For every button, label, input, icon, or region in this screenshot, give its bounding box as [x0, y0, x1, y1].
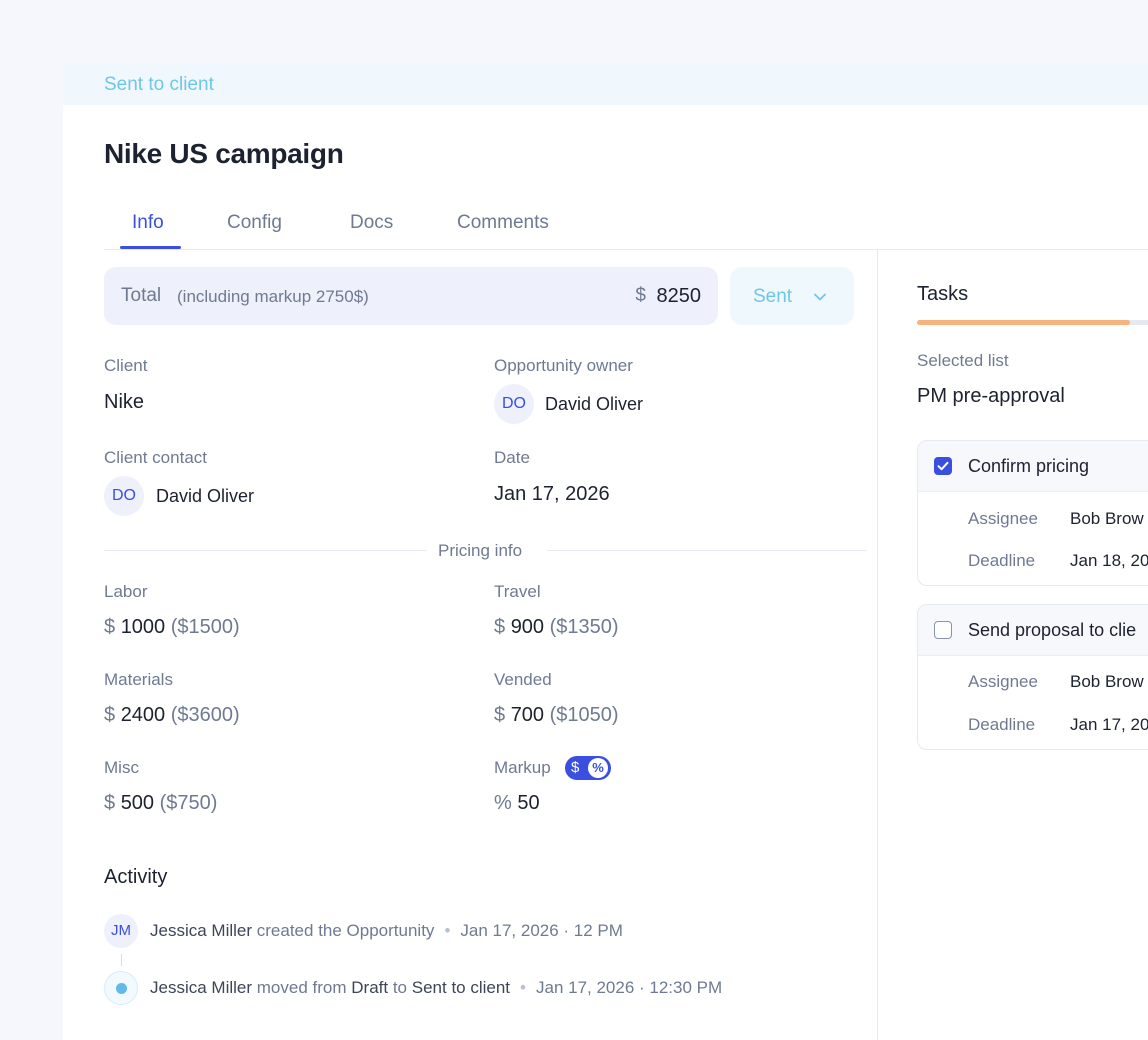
travel-value: 900	[510, 616, 545, 638]
task-name[interactable]: Confirm pricing	[968, 456, 1089, 477]
chevron-down-icon	[814, 293, 826, 301]
client-contact-label: Client contact	[104, 448, 207, 467]
activity-time: Jan 17, 2026 · 12:30 PM	[535, 978, 723, 997]
materials-value: 2400	[120, 704, 166, 726]
misc-value: 500	[120, 792, 155, 814]
assignee-label: Assignee	[968, 672, 1038, 691]
toggle-percent-option[interactable]: %	[588, 758, 608, 778]
active-tab-indicator	[120, 246, 181, 249]
client-contact-name[interactable]: David Oliver	[156, 486, 254, 507]
task-header: Send proposal to clie	[918, 605, 1148, 656]
tasks-progress-bar	[917, 320, 1148, 325]
opportunity-panel: Sent to client Nike US campaign Info Con…	[63, 64, 1148, 1040]
assignee-value[interactable]: Bob Brow	[1070, 672, 1144, 692]
vended-label: Vended	[494, 670, 552, 689]
tab-docs[interactable]: Docs	[350, 212, 393, 234]
activity-entry: Jessica Miller moved from Draft to Sent …	[150, 978, 723, 997]
pricing-divider-right	[547, 550, 866, 551]
materials-label: Materials	[104, 670, 173, 689]
checkbox-checked-icon[interactable]	[934, 457, 952, 475]
tab-config[interactable]: Config	[227, 212, 282, 234]
deadline-label: Deadline	[968, 715, 1036, 734]
tasks-progress-fill	[917, 320, 1131, 325]
tab-info[interactable]: Info	[132, 212, 164, 234]
timeline-dot-icon	[104, 971, 138, 1005]
owner-name[interactable]: David Oliver	[545, 394, 643, 415]
misc-label: Misc	[104, 758, 139, 777]
total-markup-note: (including markup 2750$)	[177, 287, 369, 306]
date-value: Jan 17, 2026	[494, 483, 610, 505]
activity-heading: Activity	[104, 866, 168, 888]
materials-amount[interactable]: $ 2400 ($3600)	[104, 704, 240, 727]
timeline-connector	[121, 954, 122, 966]
travel-total: ($1350)	[549, 616, 619, 638]
markup-label: Markup	[494, 758, 551, 777]
status-label: Sent to client	[104, 74, 214, 95]
total-summary: Total (including markup 2750$) $ 8250	[104, 267, 718, 325]
deadline-value[interactable]: Jan 17, 20	[1070, 715, 1148, 735]
checkbox-unchecked-icon[interactable]	[934, 621, 952, 639]
activity-time: Jan 17, 2026 · 12 PM	[460, 921, 623, 940]
pricing-divider-left	[104, 550, 426, 551]
labor-amount[interactable]: $ 1000 ($1500)	[104, 616, 240, 639]
pricing-section-label: Pricing info	[438, 541, 523, 560]
total-label: Total	[121, 285, 162, 306]
tab-comments[interactable]: Comments	[457, 212, 549, 234]
labor-value: 1000	[120, 616, 166, 638]
markup-value: 50	[517, 792, 540, 814]
status-dropdown-label: Sent	[753, 286, 793, 307]
page-title: Nike US campaign	[104, 138, 344, 169]
materials-total: ($3600)	[170, 704, 240, 726]
selected-list-label: Selected list	[917, 351, 1009, 370]
assignee-label: Assignee	[968, 509, 1038, 528]
client-value: Nike	[104, 391, 145, 413]
total-currency: $	[635, 285, 646, 306]
task-card[interactable]: Send proposal to clie Assignee Bob Brow …	[917, 604, 1148, 750]
status-banner: Sent to client	[63, 64, 1148, 105]
task-header: Confirm pricing	[918, 441, 1148, 492]
owner-label: Opportunity owner	[494, 356, 633, 375]
vended-amount[interactable]: $ 700 ($1050)	[494, 704, 619, 727]
client-label: Client	[104, 356, 148, 375]
client-contact-avatar: DO	[104, 476, 144, 516]
selected-list-value[interactable]: PM pre-approval	[917, 385, 1065, 408]
tab-bar: Info Config Docs Comments	[104, 204, 1148, 250]
deadline-label: Deadline	[968, 551, 1036, 570]
vended-value: 700	[510, 704, 545, 726]
labor-total: ($1500)	[170, 616, 240, 638]
task-card[interactable]: Confirm pricing Assignee Bob Brow Deadli…	[917, 440, 1148, 586]
vended-total: ($1050)	[549, 704, 619, 726]
travel-label: Travel	[494, 582, 541, 601]
activity-avatar: JM	[104, 914, 138, 948]
column-divider	[877, 250, 878, 1040]
deadline-value[interactable]: Jan 18, 20	[1070, 551, 1148, 571]
status-dropdown[interactable]: Sent	[730, 267, 854, 325]
labor-label: Labor	[104, 582, 148, 601]
markup-unit-toggle[interactable]: $ %	[565, 756, 611, 780]
misc-amount[interactable]: $ 500 ($750)	[104, 792, 217, 815]
date-label: Date	[494, 448, 530, 467]
activity-entry: Jessica Miller created the Opportunity • J…	[150, 921, 623, 940]
task-name[interactable]: Send proposal to clie	[968, 620, 1136, 641]
misc-total: ($750)	[159, 792, 218, 814]
owner-avatar: DO	[494, 384, 534, 424]
assignee-value[interactable]: Bob Brow	[1070, 509, 1144, 529]
total-value: 8250	[656, 285, 702, 307]
markup-amount[interactable]: % 50	[494, 792, 540, 815]
travel-amount[interactable]: $ 900 ($1350)	[494, 616, 619, 639]
tasks-title: Tasks	[917, 283, 969, 305]
toggle-dollar-option[interactable]: $	[571, 759, 579, 776]
